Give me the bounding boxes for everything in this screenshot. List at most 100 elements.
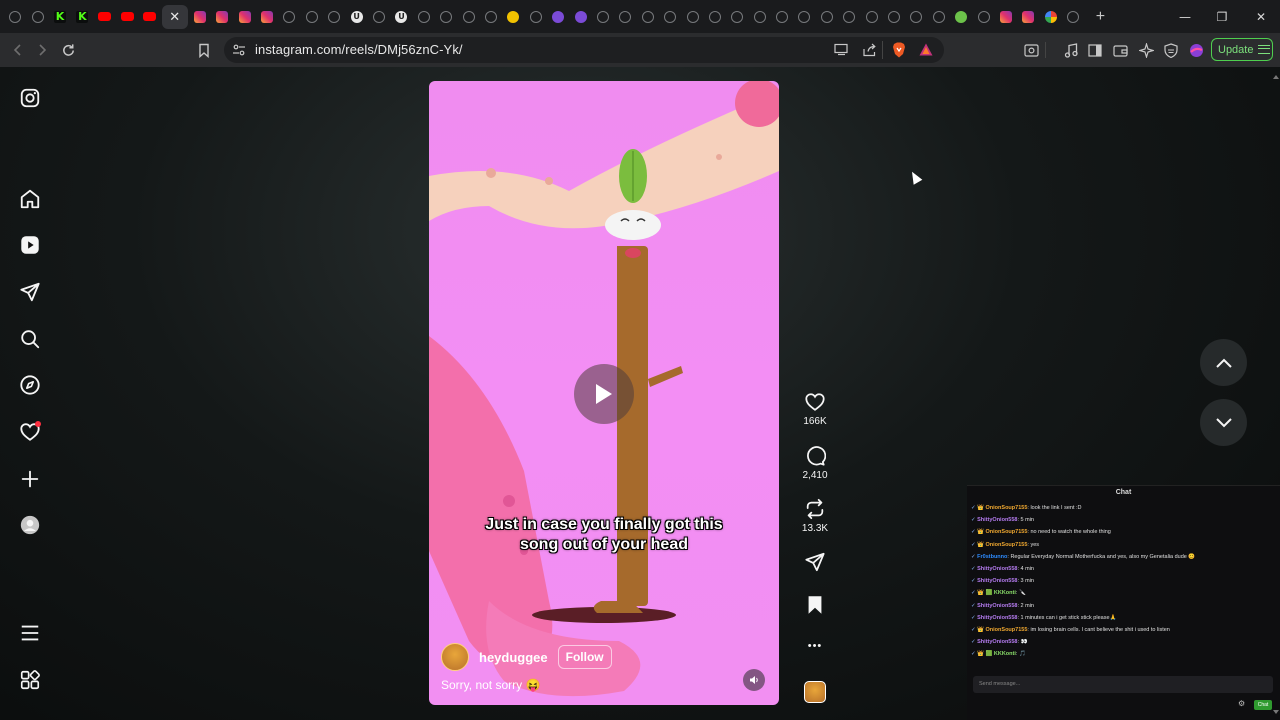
chat-username[interactable]: KKKonti xyxy=(994,651,1016,657)
reel-video[interactable]: Just in case you finally got this song o… xyxy=(429,81,779,705)
forward-button[interactable] xyxy=(30,38,54,62)
browser-tab[interactable] xyxy=(457,5,479,29)
browser-tab[interactable] xyxy=(950,5,972,29)
chat-username[interactable]: ShittyOnion558 xyxy=(977,566,1017,572)
browser-tab[interactable] xyxy=(278,5,300,29)
browser-tab[interactable] xyxy=(547,5,569,29)
chat-username[interactable]: ShittyOnion558 xyxy=(977,578,1017,584)
browser-tab[interactable] xyxy=(883,5,905,29)
brave-rewards-icon[interactable] xyxy=(919,43,933,61)
chat-username[interactable]: OnionSoup7155 xyxy=(986,542,1028,548)
messages-icon[interactable] xyxy=(18,280,42,304)
browser-tab[interactable] xyxy=(116,5,138,29)
chat-username[interactable]: ShittyOnion558 xyxy=(977,517,1017,523)
more-menu-icon[interactable] xyxy=(18,621,42,645)
browser-tab[interactable] xyxy=(681,5,703,29)
chat-username[interactable]: OnionSoup7155 xyxy=(986,529,1028,535)
browser-tab[interactable] xyxy=(301,5,323,29)
browser-tab[interactable] xyxy=(368,5,390,29)
browser-tab[interactable] xyxy=(569,5,591,29)
browser-tab[interactable] xyxy=(502,5,524,29)
browser-tab[interactable] xyxy=(704,5,726,29)
vpn-icon[interactable] xyxy=(1159,38,1183,62)
cast-icon[interactable] xyxy=(834,43,849,61)
author-username[interactable]: heyduggee xyxy=(479,650,548,665)
follow-button[interactable]: Follow xyxy=(557,645,612,669)
sidebar-toggle-icon[interactable] xyxy=(1083,38,1107,62)
browser-tab[interactable] xyxy=(838,5,860,29)
browser-tab[interactable] xyxy=(256,5,278,29)
share-action[interactable] xyxy=(796,551,834,573)
play-button[interactable] xyxy=(574,364,634,424)
wallet-icon[interactable] xyxy=(1108,38,1132,62)
close-tab-icon[interactable]: ✕ xyxy=(169,9,180,25)
extension-icon[interactable] xyxy=(1184,38,1208,62)
chat-username[interactable]: ShittyOnion558 xyxy=(977,615,1017,621)
reels-icon[interactable] xyxy=(18,233,42,257)
browser-tab[interactable]: U xyxy=(390,5,412,29)
address-bar[interactable]: instagram.com/reels/DMj56znC-Yk/ xyxy=(224,37,944,63)
chat-username[interactable]: OnionSoup7155 xyxy=(986,627,1028,633)
repost-action[interactable]: 13.3K xyxy=(796,498,834,534)
browser-tab[interactable] xyxy=(771,5,793,29)
browser-tab[interactable] xyxy=(592,5,614,29)
notifications-heart-icon[interactable] xyxy=(18,420,42,444)
browser-tab[interactable] xyxy=(816,5,838,29)
like-action[interactable]: 166K xyxy=(796,391,834,427)
browser-tab[interactable] xyxy=(637,5,659,29)
browser-tab[interactable] xyxy=(1017,5,1039,29)
previous-reel-button[interactable] xyxy=(1200,339,1247,386)
browser-tab[interactable] xyxy=(94,5,116,29)
apps-grid-icon[interactable] xyxy=(18,668,42,692)
back-button[interactable] xyxy=(6,38,30,62)
home-icon[interactable] xyxy=(18,187,42,211)
browser-tab[interactable]: K xyxy=(71,5,93,29)
author-avatar[interactable] xyxy=(441,643,469,671)
browser-tab[interactable]: K xyxy=(49,5,71,29)
browser-tab[interactable] xyxy=(928,5,950,29)
chat-settings-gear-icon[interactable]: ⚙ xyxy=(1238,699,1245,708)
browser-tab[interactable] xyxy=(995,5,1017,29)
screenshot-icon[interactable] xyxy=(1019,38,1043,62)
update-button[interactable]: Update xyxy=(1211,38,1273,61)
next-reel-button[interactable] xyxy=(1200,399,1247,446)
reload-button[interactable] xyxy=(56,38,80,62)
chat-username[interactable]: Fr0stbunno xyxy=(977,554,1007,560)
chat-username[interactable]: ShittyOnion558 xyxy=(977,639,1017,645)
browser-tab[interactable]: ✕ xyxy=(161,4,188,29)
chat-message-input[interactable]: Send message... xyxy=(973,676,1273,693)
browser-tab[interactable] xyxy=(480,5,502,29)
site-settings-icon[interactable] xyxy=(232,43,246,62)
bookmark-button[interactable] xyxy=(192,38,216,62)
more-options-icon[interactable]: ••• xyxy=(796,640,834,652)
browser-tab[interactable] xyxy=(1040,5,1062,29)
maximize-button[interactable]: ❐ xyxy=(1203,0,1241,33)
explore-icon[interactable] xyxy=(18,373,42,397)
browser-tab[interactable] xyxy=(749,5,771,29)
save-action[interactable] xyxy=(796,594,834,616)
browser-tab[interactable] xyxy=(614,5,636,29)
leo-ai-icon[interactable] xyxy=(1134,38,1158,62)
reel-description[interactable]: Sorry, not sorry 😝 xyxy=(441,678,540,692)
browser-tab[interactable] xyxy=(234,5,256,29)
minimize-button[interactable]: — xyxy=(1166,0,1204,33)
close-window-button[interactable]: ✕ xyxy=(1242,0,1280,33)
mute-button[interactable] xyxy=(743,669,765,691)
browser-tab[interactable] xyxy=(189,5,211,29)
chat-username[interactable]: KKKonti xyxy=(994,590,1016,596)
comment-action[interactable]: 2,410 xyxy=(796,445,834,481)
browser-tab[interactable] xyxy=(860,5,882,29)
browser-tab[interactable] xyxy=(659,5,681,29)
browser-tab[interactable] xyxy=(525,5,547,29)
share-icon[interactable] xyxy=(862,43,877,62)
browser-tab[interactable] xyxy=(1062,5,1084,29)
music-icon[interactable] xyxy=(1059,38,1083,62)
url-text[interactable]: instagram.com/reels/DMj56znC-Yk/ xyxy=(255,42,463,57)
browser-tab[interactable] xyxy=(211,5,233,29)
browser-tab[interactable] xyxy=(413,5,435,29)
page-scrollbar[interactable] xyxy=(1270,67,1280,720)
browser-tab[interactable] xyxy=(323,5,345,29)
chat-username[interactable]: OnionSoup7155 xyxy=(986,505,1028,511)
browser-tab[interactable] xyxy=(4,5,26,29)
instagram-logo-icon[interactable] xyxy=(18,86,42,110)
